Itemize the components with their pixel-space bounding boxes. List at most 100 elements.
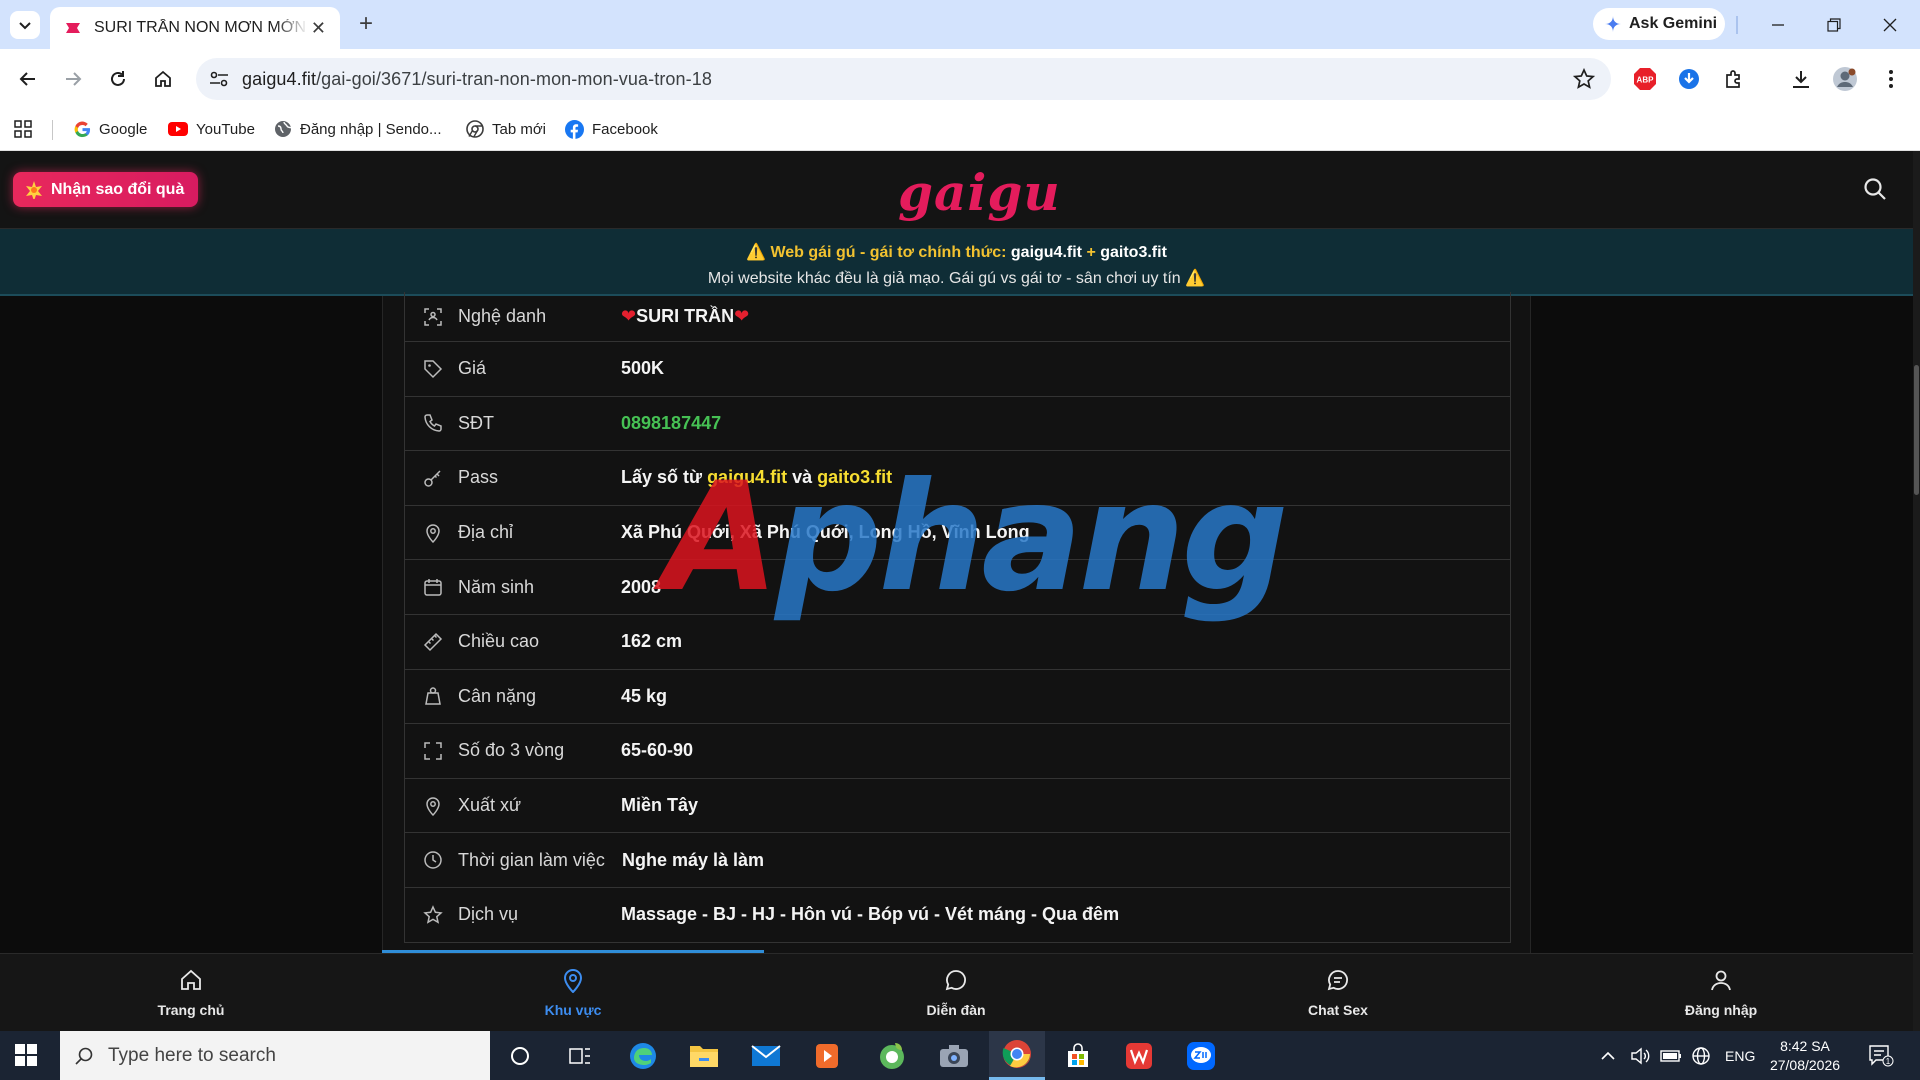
ruler-icon xyxy=(422,632,444,652)
taskbar-clock[interactable]: 8:42 SA 27/08/2026 xyxy=(1760,1037,1850,1075)
volume-button[interactable] xyxy=(1630,1031,1650,1080)
page-scrollbar[interactable] xyxy=(1913,151,1920,1031)
language-indicator[interactable]: ENG xyxy=(1725,1031,1755,1080)
taskbar-search-box[interactable]: Type here to search xyxy=(60,1031,490,1080)
taskbar-cococ[interactable] xyxy=(866,1031,918,1080)
url-path: /gai-goi/3671/suri-tran-non-mon-mon-vua-… xyxy=(316,69,712,89)
pass-link-2[interactable]: gaito3.fit xyxy=(817,467,892,487)
back-button[interactable] xyxy=(12,63,44,95)
taskbar-search-placeholder: Type here to search xyxy=(108,1044,276,1066)
search-icon xyxy=(75,1047,93,1065)
nav-label: Trang chủ xyxy=(157,1002,225,1018)
adblock-icon: ABP xyxy=(1634,68,1656,90)
start-button[interactable] xyxy=(15,1044,37,1066)
browser-tab-active[interactable]: SURI TRẦN NON MƠN MỞN VỪ ✕ xyxy=(50,7,340,49)
site-search-button[interactable] xyxy=(1863,177,1887,201)
site-logo[interactable]: gaigu xyxy=(898,163,1061,222)
home-icon xyxy=(91,964,291,996)
bookmarks-divider xyxy=(52,120,53,140)
profile-button[interactable] xyxy=(1829,63,1861,95)
download-manager-extension-button[interactable] xyxy=(1673,63,1705,95)
clock-date: 27/08/2026 xyxy=(1769,1057,1841,1073)
task-view-button[interactable] xyxy=(554,1031,606,1080)
taskbar-mail[interactable] xyxy=(740,1031,792,1080)
downloads-button[interactable] xyxy=(1785,63,1817,95)
tab-search-button[interactable] xyxy=(10,11,40,39)
chat-lines-icon xyxy=(1238,964,1438,996)
taskbar-chrome[interactable] xyxy=(989,1031,1045,1080)
network-button[interactable] xyxy=(1691,1031,1711,1080)
key-icon xyxy=(422,468,444,488)
tab-close-icon[interactable]: ✕ xyxy=(311,18,326,39)
nav-region[interactable]: Khu vực xyxy=(473,964,673,1018)
nav-label: Diễn đàn xyxy=(926,1002,986,1018)
weight-icon xyxy=(422,686,444,706)
bookmark-youtube[interactable]: YouTube xyxy=(168,117,255,141)
battery-icon xyxy=(1660,1049,1681,1062)
address-bar[interactable]: gaigu4.fit/gai-goi/3671/suri-tran-non-mo… xyxy=(196,58,1611,100)
profile-content: Nghệ danh ❤SURI TRẦN❤ Giá 500K SĐT 08981… xyxy=(382,292,1531,1031)
new-tab-button[interactable]: + xyxy=(352,10,380,38)
minimize-button[interactable] xyxy=(1750,0,1806,49)
notice-domain-2[interactable]: gaito3.fit xyxy=(1100,244,1167,261)
reward-button[interactable]: Nhận sao đổi quà xyxy=(13,172,199,207)
wps-office-icon xyxy=(1126,1042,1152,1069)
nav-login[interactable]: Đăng nhập xyxy=(1621,964,1821,1018)
scrollbar-thumb[interactable] xyxy=(1914,365,1919,495)
bookmark-google[interactable]: Google xyxy=(74,117,147,141)
speaker-icon xyxy=(1631,1047,1650,1064)
taskbar-media-player[interactable] xyxy=(801,1031,853,1080)
star-burst-icon xyxy=(26,180,42,199)
action-center-button[interactable]: 1 xyxy=(1868,1031,1894,1080)
nav-home[interactable]: Trang chủ xyxy=(91,964,291,1018)
reload-button[interactable] xyxy=(102,63,134,95)
mail-icon xyxy=(751,1044,781,1066)
restore-button[interactable] xyxy=(1806,0,1862,49)
battery-button[interactable] xyxy=(1660,1031,1682,1080)
store-icon xyxy=(1068,1042,1088,1067)
adblock-extension-button[interactable]: ABP xyxy=(1629,63,1661,95)
nav-chat[interactable]: Chat Sex xyxy=(1238,964,1438,1018)
bookmark-new-tab[interactable]: Tab mới xyxy=(466,117,546,141)
bookmark-label: Tab mới xyxy=(492,120,547,138)
taskbar-file-explorer[interactable] xyxy=(678,1031,730,1080)
taskbar-wps-office[interactable] xyxy=(1113,1031,1165,1080)
bookmark-star-icon[interactable] xyxy=(1573,68,1595,90)
phone-number-link[interactable]: 0898187447 xyxy=(621,413,721,434)
show-hidden-icons[interactable] xyxy=(1600,1031,1616,1080)
taskbar-zalo[interactable] xyxy=(1175,1031,1227,1080)
ask-gemini-button[interactable]: Ask Gemini xyxy=(1593,8,1725,40)
bookmark-label: Google xyxy=(99,120,148,138)
site-info-icon[interactable] xyxy=(208,68,230,90)
camera-icon xyxy=(940,1044,968,1067)
close-window-button[interactable] xyxy=(1862,0,1918,49)
taskbar-microsoft-store[interactable] xyxy=(1052,1031,1104,1080)
ask-gemini-label: Ask Gemini xyxy=(1629,15,1718,32)
warning-icon: ⚠️ xyxy=(1185,270,1206,287)
forward-button[interactable] xyxy=(57,63,89,95)
bookmark-facebook[interactable]: Facebook xyxy=(565,117,658,141)
task-view-icon xyxy=(569,1047,590,1064)
bookmark-label: YouTube xyxy=(196,120,255,138)
map-pin-icon xyxy=(422,523,444,543)
chrome-menu-button[interactable] xyxy=(1875,63,1907,95)
row-label: Nghệ danh xyxy=(458,306,547,326)
cortana-button[interactable] xyxy=(494,1031,546,1080)
pass-link-1[interactable]: gaigu4.fit xyxy=(707,467,787,487)
apps-grid-icon xyxy=(14,120,32,138)
url-text[interactable]: gaigu4.fit/gai-goi/3671/suri-tran-non-mo… xyxy=(242,69,712,90)
home-button[interactable] xyxy=(147,63,179,95)
extensions-button[interactable] xyxy=(1718,63,1750,95)
nav-forum[interactable]: Diễn đàn xyxy=(856,964,1056,1018)
row-label: Xuất xứ xyxy=(458,795,522,816)
browser-tab-bar: SURI TRẦN NON MƠN MỞN VỪ ✕ + Ask Gemini xyxy=(0,0,1920,49)
bookmark-sendo[interactable]: Đăng nhập | Sendo... xyxy=(274,117,442,141)
row-value: 2008 xyxy=(621,576,662,597)
notice-domain-1[interactable]: gaigu4.fit xyxy=(1011,244,1082,261)
row-value: Nghe máy là làm xyxy=(622,849,765,870)
apps-button[interactable] xyxy=(14,117,32,141)
taskbar-camera[interactable] xyxy=(928,1031,980,1080)
taskbar-edge[interactable] xyxy=(617,1031,669,1080)
globe-network-icon xyxy=(1692,1046,1710,1065)
avatar-icon xyxy=(1833,67,1857,91)
